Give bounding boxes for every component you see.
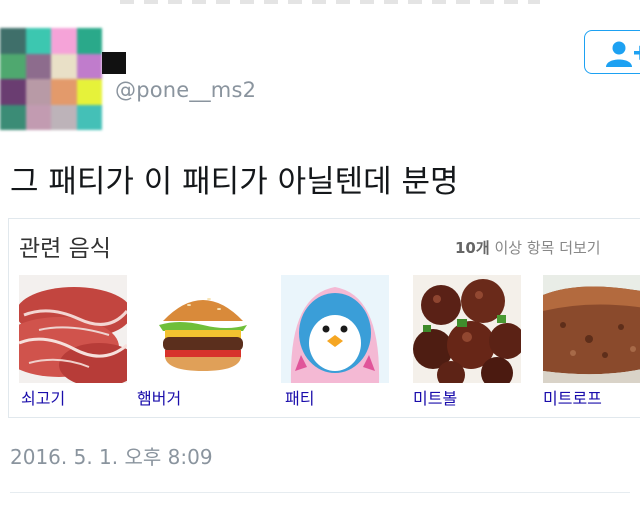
more-items-link[interactable]: 10개 이상 항목 더보기	[455, 237, 601, 258]
add-user-icon	[606, 41, 640, 67]
beef-image[interactable]	[19, 275, 127, 383]
divider	[10, 492, 630, 493]
food-label-hamburger[interactable]: 햄버거	[137, 385, 181, 409]
more-text: 이상 항목 더보기	[489, 239, 601, 257]
card-title: 관련 음식	[19, 236, 111, 262]
previous-tweet-cutoff	[0, 0, 640, 8]
food-label-beef[interactable]: 쇠고기	[21, 385, 65, 409]
redacted-display-name	[102, 52, 126, 74]
penguin-patty-image[interactable]	[281, 275, 389, 383]
avatar[interactable]	[0, 28, 102, 130]
user-handle[interactable]: @pone__ms2	[115, 78, 256, 102]
food-label-patty[interactable]: 패티	[285, 385, 314, 409]
tweet-text: 그 패티가 이 패티가 아닐텐데 분명	[10, 164, 459, 200]
more-count: 10개	[455, 239, 490, 257]
meatloaf-image[interactable]	[543, 275, 640, 383]
food-label-meatball[interactable]: 미트볼	[413, 385, 457, 409]
tweet-timestamp[interactable]: 2016. 5. 1. 오후 8:09	[10, 441, 213, 470]
follow-button[interactable]	[584, 30, 640, 74]
related-foods-card: 관련 음식 10개 이상 항목 더보기 쇠고기 햄버거 패티 미트볼 미트로프	[8, 218, 640, 418]
hamburger-image[interactable]	[149, 275, 257, 383]
meatball-image[interactable]	[413, 275, 521, 383]
food-label-meatloaf[interactable]: 미트로프	[543, 385, 602, 409]
